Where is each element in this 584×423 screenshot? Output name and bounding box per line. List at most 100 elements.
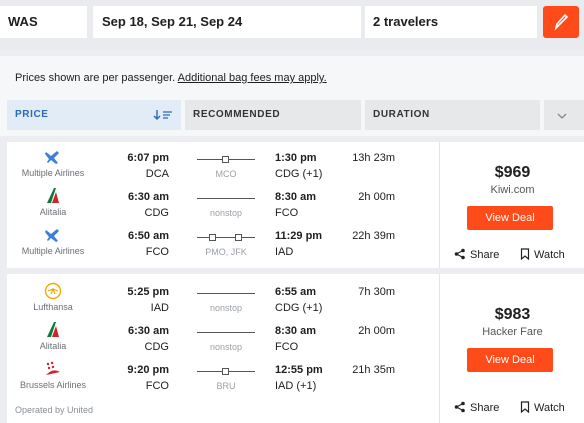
origin-field[interactable]: WAS [0,6,87,38]
arrival-time: 8:30 am [275,325,316,337]
provider-name: Hacker Fare [482,326,543,338]
price-notice: Prices shown are per passenger. Addition… [15,72,327,84]
route-line [197,198,255,199]
share-button[interactable]: Share [454,401,499,414]
airline-name: Brussels Airlines [19,380,87,390]
arrival-time: 12:55 pm [275,364,323,376]
chevron-down-icon [557,113,567,119]
flight-duration: 21h 35m [352,364,395,376]
sort-duration-tab[interactable]: DURATION [365,100,540,130]
departure-airport: FCO [145,380,169,392]
dates-value: Sep 18, Sep 21, Sep 24 [102,14,243,29]
sort-bar: PRICE RECOMMENDED DURATION [7,100,584,130]
watch-label: Watch [534,249,565,261]
route-line [197,234,255,241]
provider-name: Kiwi.com [490,184,535,196]
route-stops: PMO, JFK [205,247,247,257]
route-stops: nonstop [209,303,243,313]
view-deal-button[interactable]: View Deal [467,206,553,230]
route-line [197,156,255,163]
share-label: Share [470,402,500,414]
deal-panel: $969 Kiwi.com View Deal Share Watch [439,142,584,268]
bookmark-icon [520,401,530,414]
arrival-airport: IAD [275,246,294,258]
departure-airport: CDG [144,207,169,219]
airline-name: Alitalia [39,207,67,217]
price: $969 [494,164,531,181]
flight-duration: 7h 30m [358,286,395,298]
departure-time: 9:20 pm [127,364,169,376]
arrival-airport: FCO [275,207,299,219]
flight-duration: 2h 00m [358,191,395,203]
pencil-icon [554,13,569,31]
plane-icon [45,151,59,164]
departure-time: 6:07 pm [127,152,169,164]
bag-fees-link[interactable]: Additional bag fees may apply. [178,72,327,84]
route-stops: nonstop [209,208,243,218]
sort-recommended-tab[interactable]: RECOMMENDED [185,100,361,130]
departure-airport: IAD [150,302,169,314]
sort-recommended-label: RECOMMENDED [193,109,281,120]
price: $983 [494,306,531,323]
watch-label: Watch [534,402,565,414]
flight-leg: Alitalia 6:30 am CDG nonstop 8:30 am FCO… [7,187,439,227]
flight-duration: 22h 39m [352,230,395,242]
airline-name: Multiple Airlines [21,168,85,178]
deal-panel: $983 Hacker Fare View Deal Share Watch [439,274,584,423]
flight-leg: Alitalia 6:30 am CDG nonstop 8:30 am FCO… [7,321,439,361]
flight-leg: Brussels Airlines 9:20 pm FCO BRU 12:55 … [7,360,439,400]
share-label: Share [470,249,500,261]
airline-name: Lufthansa [33,302,73,312]
arrival-airport: FCO [275,341,299,353]
result-card[interactable]: Lufthansa 5:25 pm IAD nonstop 6:55 am CD… [7,274,584,423]
sort-duration-label: DURATION [373,109,430,120]
departure-time: 6:30 am [128,191,169,203]
bookmark-icon [520,248,530,261]
more-sort-options-button[interactable] [544,100,584,130]
watch-button[interactable]: Watch [520,248,565,261]
stop-marker [222,368,229,375]
plane-icon [45,229,59,242]
departure-airport: CDG [144,341,169,353]
route-stops: BRU [216,381,236,391]
departure-time: 6:50 am [128,230,169,242]
operated-by-note: Operated by United [15,405,94,415]
sort-price-tab[interactable]: PRICE [7,100,181,130]
route-line [197,368,255,375]
route-stops: nonstop [209,342,243,352]
route-line [197,332,255,333]
view-deal-button[interactable]: View Deal [467,348,553,372]
arrival-airport: CDG (+1) [275,302,323,314]
departure-time: 6:30 am [128,325,169,337]
arrival-airport: CDG (+1) [275,168,323,180]
flight-duration: 13h 23m [352,152,395,164]
flight-leg: Lufthansa 5:25 pm IAD nonstop 6:55 am CD… [7,282,439,322]
stop-marker [235,234,242,241]
watch-button[interactable]: Watch [520,401,565,414]
departure-time: 5:25 pm [127,286,169,298]
dates-field[interactable]: Sep 18, Sep 21, Sep 24 [93,6,361,38]
stop-marker [209,234,216,241]
lufthansa-logo [44,282,62,300]
departure-airport: FCO [145,246,169,258]
route-line [197,293,255,294]
alitalia-logo [47,322,59,337]
arrival-time: 1:30 pm [275,152,317,164]
origin-value: WAS [8,14,38,29]
share-icon [454,401,465,413]
share-button[interactable]: Share [454,248,499,261]
itinerary-legs: Multiple Airlines 6:07 pm DCA MCO 1:30 p… [7,142,439,268]
edit-search-button[interactable] [543,6,579,38]
flight-leg: Multiple Airlines 6:07 pm DCA MCO 1:30 p… [7,148,439,188]
stop-marker [222,156,229,163]
brussels-airlines-logo [46,361,60,375]
travelers-field[interactable]: 2 travelers [365,6,537,38]
flight-duration: 2h 00m [358,325,395,337]
price-notice-text: Prices shown are per passenger. [15,72,176,84]
itinerary-legs: Lufthansa 5:25 pm IAD nonstop 6:55 am CD… [7,274,439,423]
arrival-time: 6:55 am [275,286,316,298]
departure-airport: DCA [145,168,169,180]
result-card[interactable]: Multiple Airlines 6:07 pm DCA MCO 1:30 p… [7,142,584,268]
flight-leg: Multiple Airlines 6:50 am FCO PMO, JFK 1… [7,226,439,266]
arrival-time: 8:30 am [275,191,316,203]
